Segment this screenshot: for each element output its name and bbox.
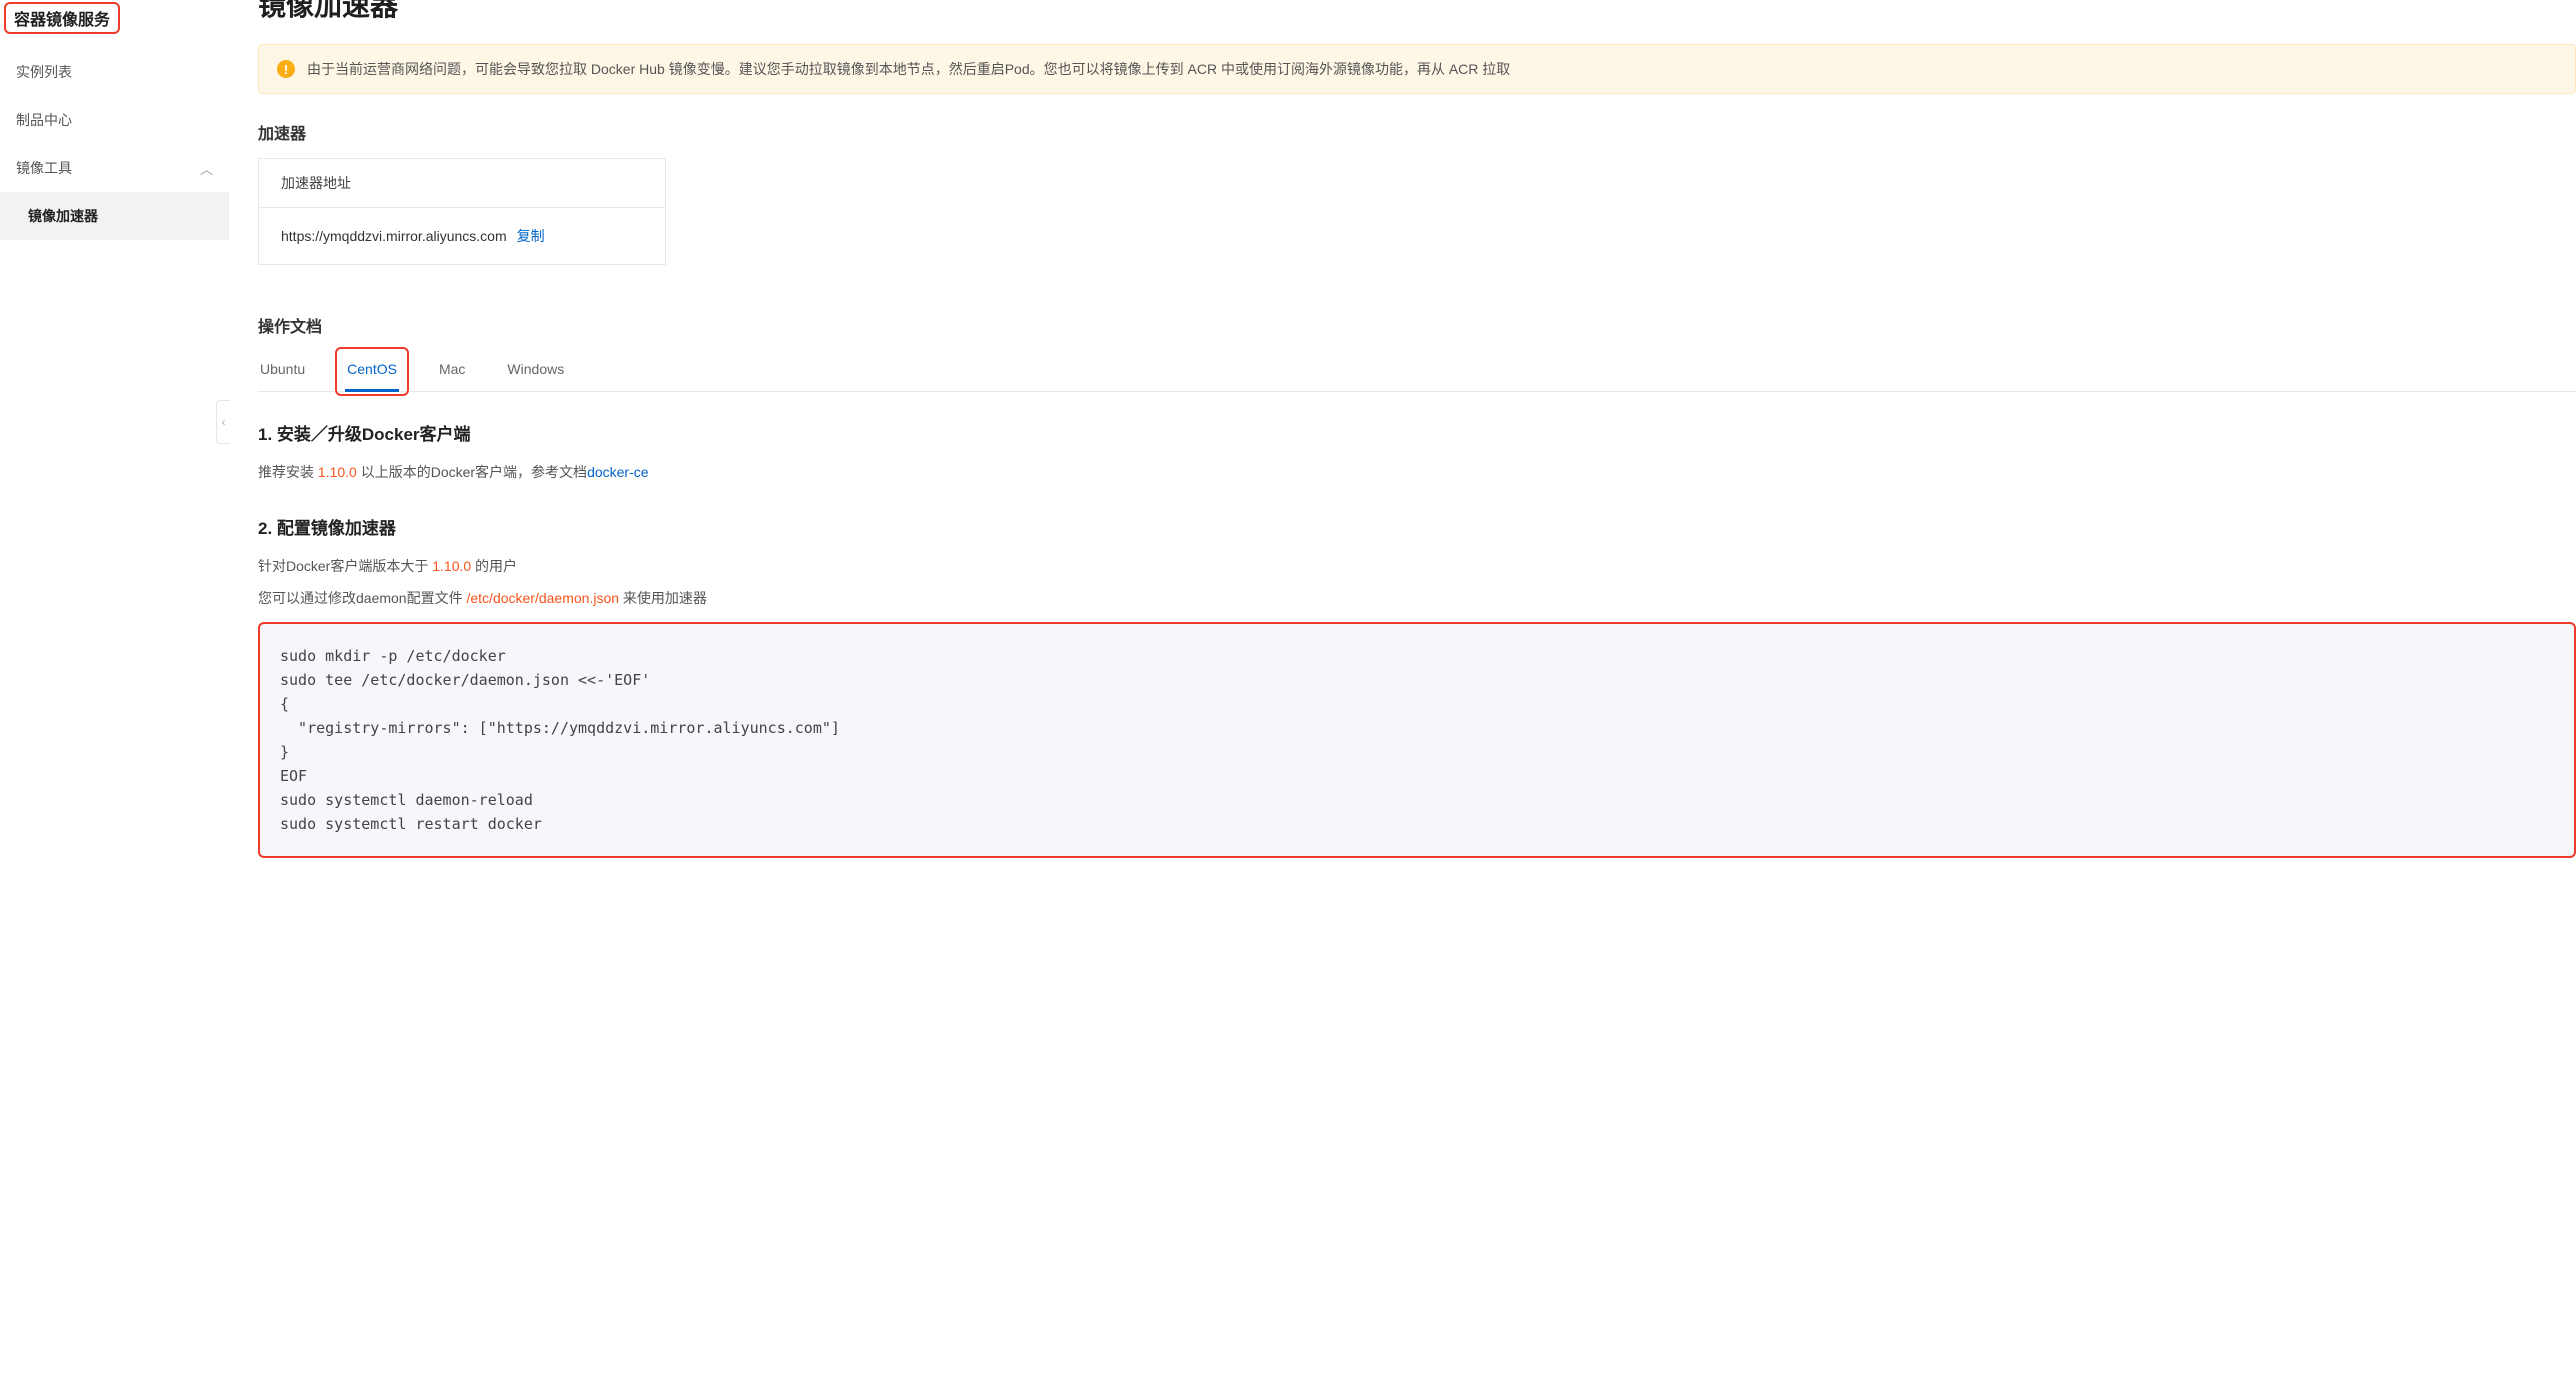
docker-ce-link[interactable]: docker-ce: [587, 464, 648, 480]
accelerator-section-title: 加速器: [258, 120, 2576, 144]
accelerator-addr-label: 加速器地址: [259, 159, 665, 208]
doc-section2-p2: 您可以通过修改daemon配置文件 /etc/docker/daemon.jso…: [258, 585, 2576, 612]
warning-icon: !: [277, 60, 295, 78]
version-text: 1.10.0: [318, 464, 357, 480]
copy-link[interactable]: 复制: [517, 226, 545, 246]
sidebar-item-label: 镜像加速器: [28, 206, 98, 226]
sidebar-item-mirror-accel[interactable]: 镜像加速器: [0, 192, 229, 240]
os-tabs: Ubuntu CentOS Mac Windows: [258, 351, 2576, 392]
warning-alert: ! 由于当前运营商网络问题，可能会导致您拉取 Docker Hub 镜像变慢。建…: [258, 44, 2576, 94]
sidebar-item-instances[interactable]: 实例列表: [0, 48, 229, 96]
doc-section2-p1: 针对Docker客户端版本大于 1.10.0 的用户: [258, 553, 2576, 580]
tab-ubuntu[interactable]: Ubuntu: [258, 351, 307, 391]
code-block[interactable]: sudo mkdir -p /etc/docker sudo tee /etc/…: [258, 622, 2576, 858]
chevron-up-icon: ︿: [200, 159, 213, 178]
doc-section1-text: 推荐安装 1.10.0 以上版本的Docker客户端，参考文档docker-ce: [258, 459, 2576, 486]
tab-windows[interactable]: Windows: [505, 351, 566, 391]
tab-centos[interactable]: CentOS: [345, 351, 399, 392]
tab-mac[interactable]: Mac: [437, 351, 467, 391]
sidebar-item-tools[interactable]: 镜像工具 ︿: [0, 144, 229, 192]
main-content: 镜像加速器 ! 由于当前运营商网络问题，可能会导致您拉取 Docker Hub …: [230, 0, 2576, 1392]
chevron-left-icon: ‹: [222, 415, 226, 429]
doc-section1-title: 1. 安装／升级Docker客户端: [258, 420, 2576, 445]
docs-section-title: 操作文档: [258, 313, 2576, 337]
sidebar: 容器镜像服务 实例列表 制品中心 镜像工具 ︿ 镜像加速器 ‹: [0, 0, 230, 1392]
daemon-json-path: /etc/docker/daemon.json: [466, 590, 619, 606]
sidebar-item-label: 实例列表: [16, 62, 72, 82]
page-title: 镜像加速器: [258, 0, 2576, 44]
doc-section2-title: 2. 配置镜像加速器: [258, 514, 2576, 539]
sidebar-item-artifacts[interactable]: 制品中心: [0, 96, 229, 144]
sidebar-item-label: 镜像工具: [16, 158, 72, 178]
version-text: 1.10.0: [432, 558, 471, 574]
sidebar-item-label: 制品中心: [16, 110, 72, 130]
sidebar-collapse-handle[interactable]: ‹: [216, 400, 230, 444]
alert-text: 由于当前运营商网络问题，可能会导致您拉取 Docker Hub 镜像变慢。建议您…: [307, 59, 1510, 79]
doc-body: 1. 安装／升级Docker客户端 推荐安装 1.10.0 以上版本的Docke…: [258, 420, 2576, 858]
accelerator-box: 加速器地址 https://ymqddzvi.mirror.aliyuncs.c…: [258, 158, 666, 265]
accelerator-addr-value: https://ymqddzvi.mirror.aliyuncs.com: [281, 228, 507, 244]
sidebar-title: 容器镜像服务: [4, 2, 120, 34]
